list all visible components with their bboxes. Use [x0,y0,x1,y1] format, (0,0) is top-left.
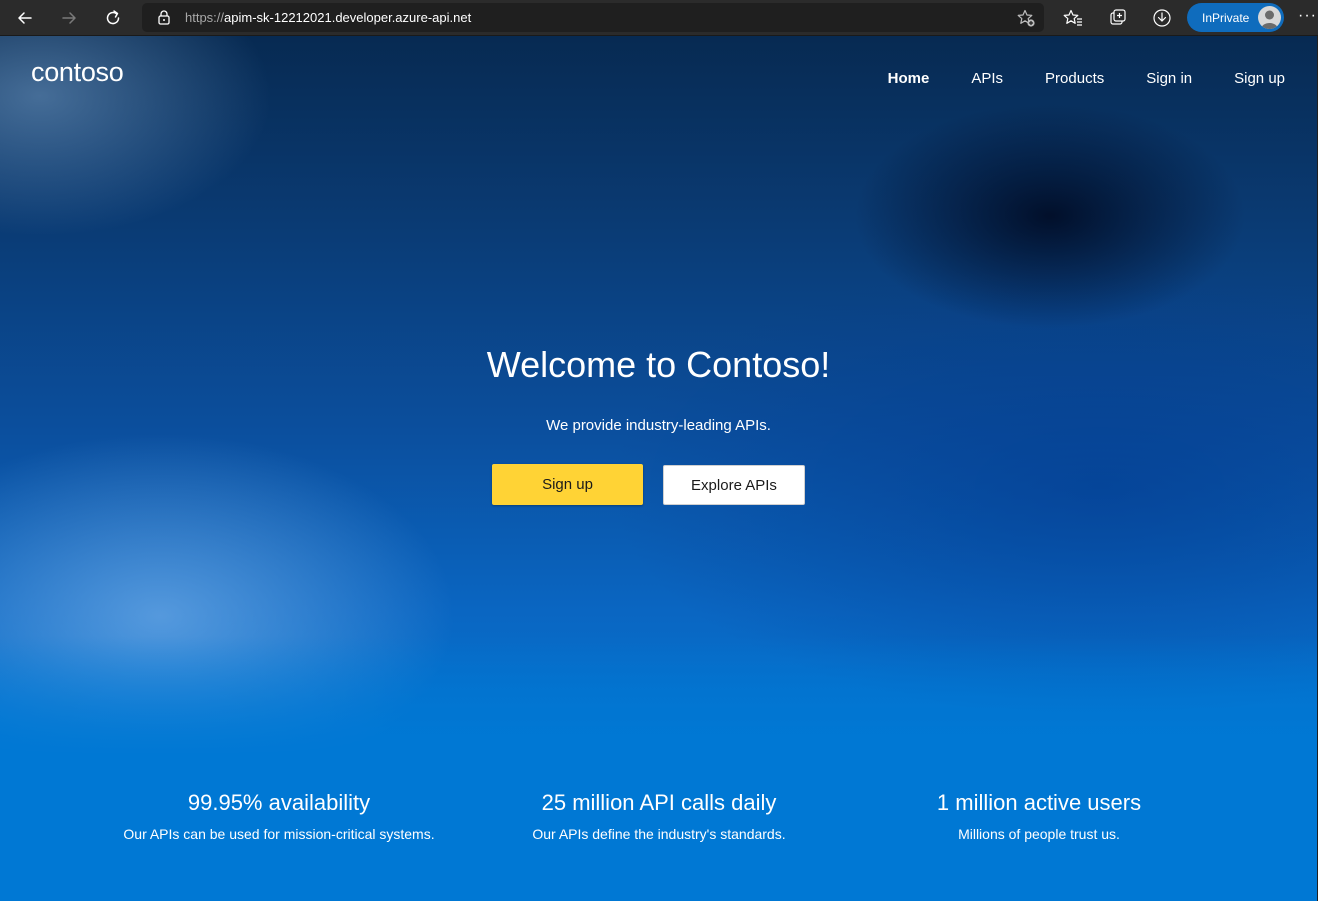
nav-sign-in[interactable]: Sign in [1146,70,1192,87]
hero-title: Welcome to Contoso! [486,344,831,385]
explore-apis-button[interactable]: Explore APIs [663,465,805,505]
nav-sign-up[interactable]: Sign up [1234,70,1285,87]
inprivate-label: InPrivate [1202,10,1250,25]
forward-button[interactable] [55,4,83,32]
back-button[interactable] [11,4,39,32]
developer-portal-page: contoso Home APIs Products Sign in Sign … [0,36,1317,901]
top-navigation: Home APIs Products Sign in Sign up [846,70,1285,87]
stat-availability: 99.95% availability Our APIs can be used… [89,790,469,842]
collections-button[interactable] [1106,6,1130,30]
favorites-button[interactable] [1061,6,1085,30]
profile-icon [1258,6,1281,29]
stat-title: 25 million API calls daily [541,790,777,815]
forward-icon [62,12,76,24]
add-favorite-icon[interactable] [1016,8,1036,28]
nav-apis[interactable]: APIs [971,70,1003,87]
nav-home[interactable]: Home [888,70,930,87]
refresh-button[interactable] [99,4,127,32]
stat-title: 1 million active users [936,790,1142,815]
nav-products[interactable]: Products [1045,70,1104,87]
collections-icon [1110,9,1126,25]
stat-description: Our APIs define the industry's standards… [532,826,786,842]
back-icon [18,12,32,24]
refresh-icon [106,10,120,25]
site-logo[interactable]: contoso [31,57,124,88]
browser-toolbar: https://apim-sk-12212021.developer.azure… [0,0,1318,36]
address-bar[interactable]: https://apim-sk-12212021.developer.azure… [142,3,1044,32]
hero-subtitle: We provide industry-leading APIs. [546,417,771,434]
sign-up-button[interactable]: Sign up [492,464,643,505]
more-icon[interactable]: ··· [1298,6,1318,30]
downloads-button[interactable] [1150,6,1174,30]
stat-title: 99.95% availability [187,790,371,815]
downloads-icon [1153,9,1171,27]
stat-api-calls: 25 million API calls daily Our APIs defi… [469,790,849,842]
lock-icon [158,10,170,25]
favorites-icon [1063,9,1082,26]
stat-description: Our APIs can be used for mission-critica… [123,826,435,842]
stat-description: Millions of people trust us. [958,826,1120,842]
stat-active-users: 1 million active users Millions of peopl… [849,790,1229,842]
url-text: https://apim-sk-12212021.developer.azure… [185,10,472,25]
inprivate-profile-button[interactable]: InPrivate [1187,3,1284,32]
